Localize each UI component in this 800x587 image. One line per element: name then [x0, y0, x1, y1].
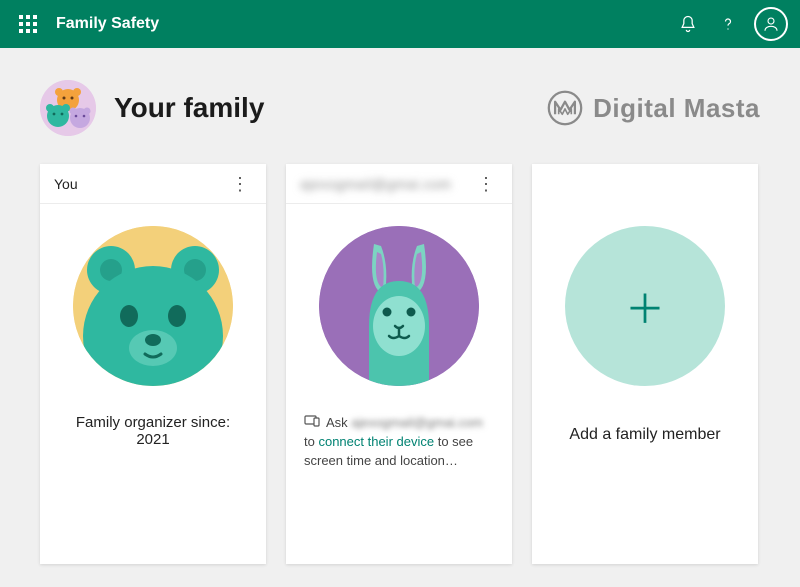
watermark-brand: Digital Masta — [547, 90, 760, 126]
page-header-row: Your family Digital Masta — [40, 80, 760, 136]
more-vertical-icon: ⋮ — [231, 175, 249, 193]
card-caption: Family organizer since: 2021 — [58, 414, 248, 448]
hint-prefix: Ask — [326, 415, 351, 430]
card-header: ajexogmail@gmai.com ⋮ — [286, 164, 512, 204]
page-content: Your family Digital Masta You ⋮ — [0, 48, 800, 564]
brand-text: Digital Masta — [593, 93, 760, 124]
help-button[interactable] — [708, 4, 748, 44]
connect-device-link[interactable]: connect their device — [318, 434, 434, 449]
app-launcher-button[interactable] — [12, 8, 44, 40]
card-body: Ask ajexogmail@gmai.com to connect their… — [286, 204, 512, 564]
card-more-button[interactable]: ⋮ — [228, 172, 252, 196]
family-cards-row: You ⋮ — [40, 164, 760, 564]
card-title: You — [54, 176, 78, 192]
more-vertical-icon: ⋮ — [477, 175, 495, 193]
card-hint-text: Ask ajexogmail@gmai.com to connect their… — [304, 414, 494, 471]
app-title: Family Safety — [56, 15, 159, 33]
add-family-member-card[interactable]: ＋ Add a family member — [532, 164, 758, 564]
family-card-you[interactable]: You ⋮ — [40, 164, 266, 564]
family-card-member[interactable]: ajexogmail@gmai.com ⋮ — [286, 164, 512, 564]
bell-icon — [678, 14, 698, 34]
card-more-button[interactable]: ⋮ — [474, 172, 498, 196]
apps-grid-icon — [19, 15, 37, 33]
add-circle: ＋ — [565, 226, 725, 386]
card-header: You ⋮ — [40, 164, 266, 204]
add-member-label: Add a family member — [569, 426, 720, 444]
account-button[interactable] — [754, 7, 788, 41]
app-header: Family Safety — [0, 0, 800, 48]
device-icon — [304, 414, 320, 433]
card-title-redacted: ajexogmail@gmai.com — [300, 176, 451, 192]
page-title-group: Your family — [40, 80, 264, 136]
card-body: Family organizer since: 2021 — [40, 204, 266, 564]
question-icon — [718, 14, 738, 34]
plus-icon: ＋ — [625, 277, 665, 335]
hint-email-redacted: ajexogmail@gmai.com — [351, 415, 483, 430]
member-avatar-bear-icon — [73, 226, 233, 386]
member-avatar-llama-icon — [319, 226, 479, 386]
hint-mid: to — [304, 434, 318, 449]
notifications-button[interactable] — [668, 4, 708, 44]
family-avatar-icon — [40, 80, 96, 136]
brand-logo-icon — [547, 90, 583, 126]
page-title: Your family — [114, 92, 264, 124]
person-icon — [762, 15, 780, 33]
